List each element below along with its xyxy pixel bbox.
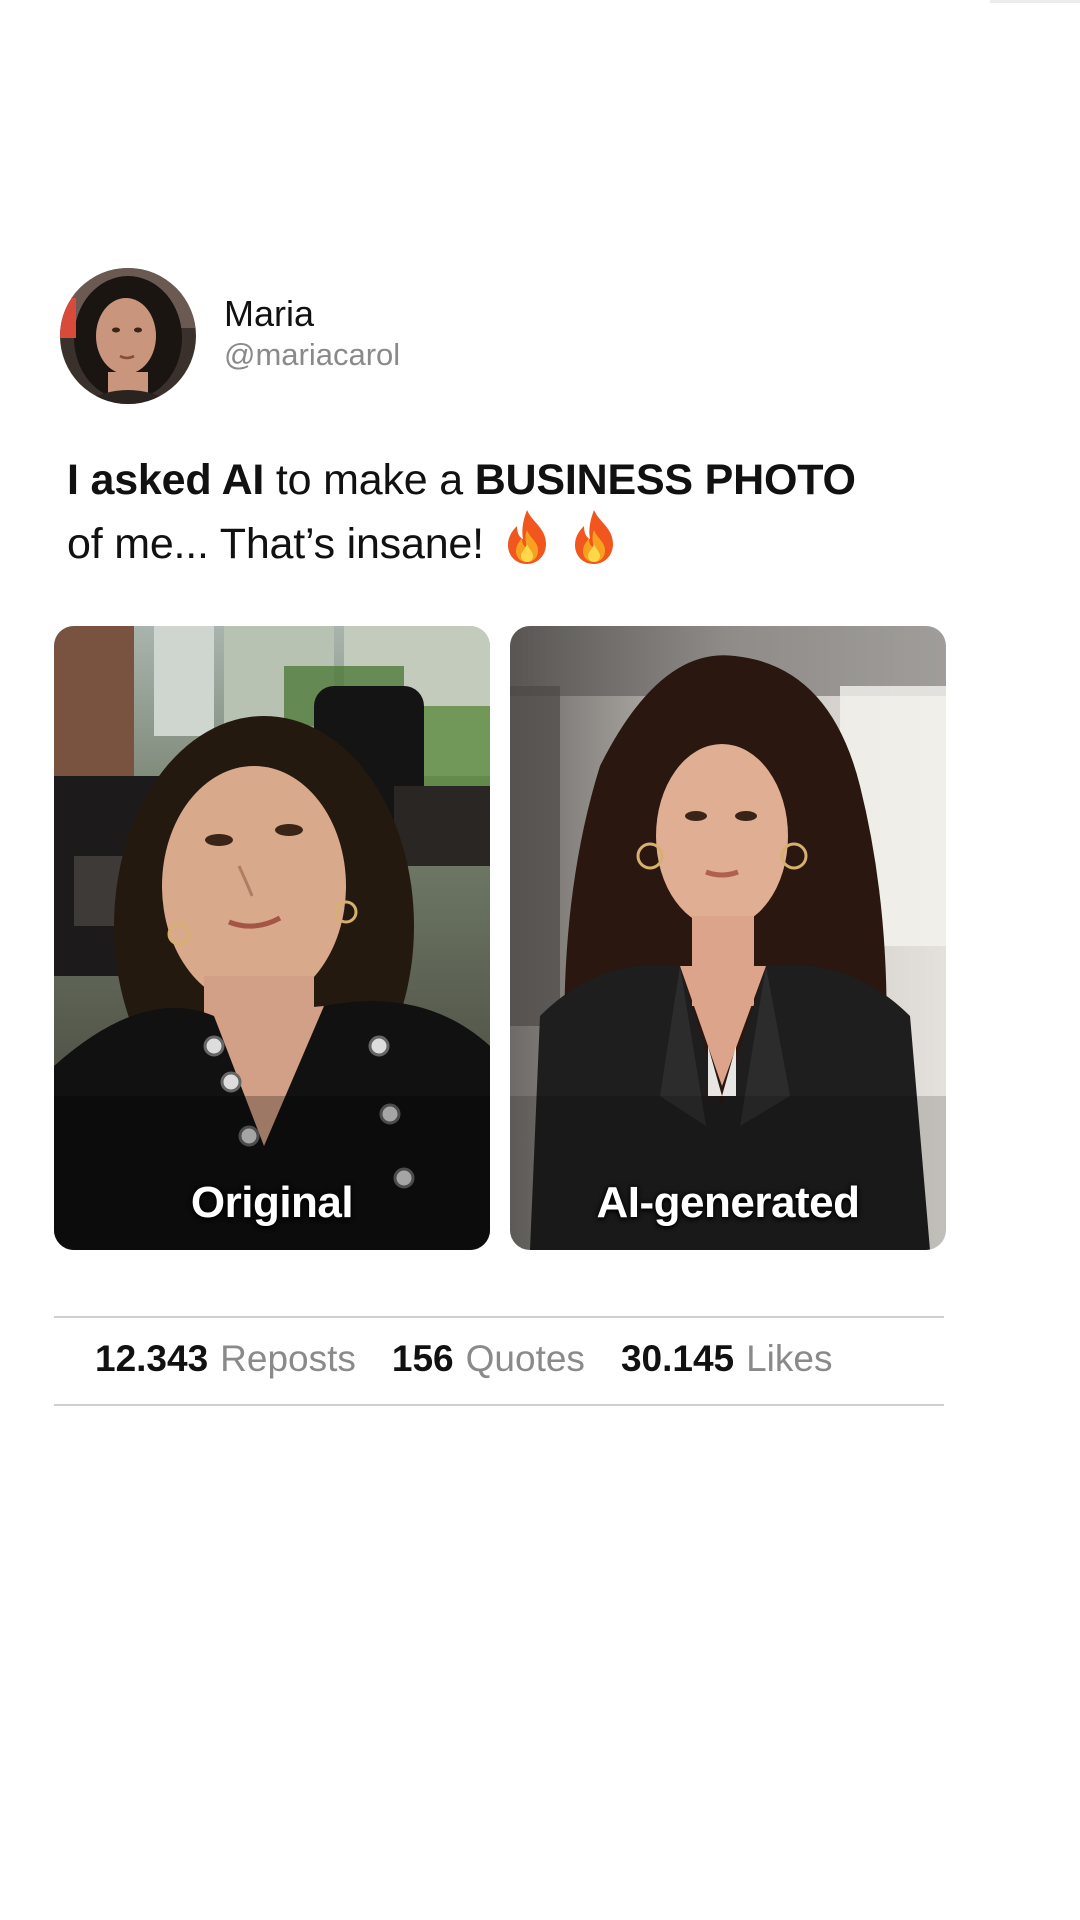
avatar[interactable] [60,268,196,404]
stat-reposts-value: 12.343 [95,1338,209,1379]
post-text-plain-1: to make a [264,456,475,504]
divider-top [54,1316,944,1318]
author-info: Maria @mariacarol [224,292,400,374]
stat-likes[interactable]: 30.145 Likes [621,1336,833,1382]
author-handle[interactable]: @mariacarol [224,336,400,374]
photo-label-ai-generated: AI-generated [596,1178,860,1227]
stat-quotes[interactable]: 156 Quotes [392,1336,585,1382]
post-header: Maria @mariacarol [60,268,400,404]
photo-grid: Original AI-generated [54,626,946,1250]
stat-reposts-label: Reposts [220,1338,356,1379]
post-text-plain-2: of me... That’s insane! [67,520,484,568]
post-text-bold-1: I asked AI [67,456,265,504]
stat-reposts[interactable]: 12.343 Reposts [95,1336,356,1382]
stat-likes-label: Likes [746,1338,833,1379]
stat-quotes-value: 156 [391,1338,454,1379]
fire-icon [502,508,552,580]
photo-original[interactable]: Original [54,626,490,1250]
post-screen: Maria @mariacarol I asked AI to make a B… [0,0,1080,1920]
stat-quotes-label: Quotes [465,1338,585,1379]
post-text: I asked AI to make a BUSINESS PHOTO of m… [67,452,967,580]
stat-likes-value: 30.145 [620,1338,735,1379]
fire-icon [569,508,619,580]
photo-ai-generated[interactable]: AI-generated [510,626,946,1250]
post-text-bold-2: BUSINESS PHOTO [474,456,856,504]
post-stats: 12.343 Reposts 156 Quotes 30.145 Likes [95,1336,869,1382]
divider-bottom [54,1404,944,1406]
photo-label-original: Original [190,1178,354,1227]
status-indicator [990,0,1080,3]
author-name[interactable]: Maria [224,292,400,336]
